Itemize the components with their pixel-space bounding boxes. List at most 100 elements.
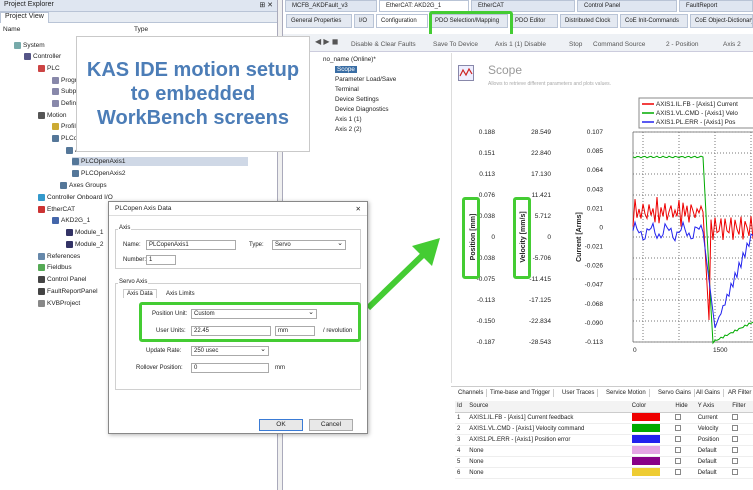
tree-item-definitions[interactable]: Defin — [52, 99, 76, 108]
channel-source[interactable]: None — [467, 467, 630, 479]
tree-item-system[interactable]: System — [14, 41, 45, 50]
tree-item-control-panel[interactable]: Control Panel — [38, 275, 86, 284]
axis2-button[interactable]: Axis 2 — [723, 41, 741, 48]
tree-item-programs[interactable]: Progr — [52, 76, 77, 85]
channel-color-swatch[interactable] — [629, 412, 674, 424]
tab-io[interactable]: I/O — [354, 14, 374, 28]
tree-item-references[interactable]: References — [38, 252, 80, 261]
tab-coe-init[interactable]: CoE Init-Commands — [620, 14, 688, 28]
tree-device-diagnostics[interactable]: Device Diagnostics — [335, 106, 389, 113]
command-source-dropdown[interactable]: Command Source — [593, 41, 645, 48]
filter-checkbox[interactable] — [730, 445, 753, 457]
channel-yaxis[interactable]: Velocity — [695, 423, 731, 435]
table-row[interactable]: 4 None Default — [455, 445, 753, 457]
table-row[interactable]: 1 AXIS1.IL.FB - [Axis1] Current feedback… — [455, 412, 753, 424]
tree-terminal[interactable]: Terminal — [335, 86, 359, 93]
channel-color-swatch[interactable] — [629, 445, 674, 457]
tab-ar-filter[interactable]: AR Filter — [725, 389, 753, 397]
tab-project-view[interactable]: Project View — [0, 12, 49, 23]
tree-item-motion[interactable]: Motion — [38, 111, 67, 120]
filter-checkbox[interactable] — [730, 467, 753, 479]
cancel-button[interactable]: Cancel — [309, 419, 353, 431]
tree-item-ethercat[interactable]: EtherCAT — [38, 205, 75, 214]
channel-yaxis[interactable]: Default — [695, 456, 731, 468]
tab-configuration[interactable]: Configuration — [376, 14, 428, 28]
channel-source[interactable]: None — [467, 445, 630, 457]
hide-checkbox[interactable] — [673, 456, 696, 468]
nav-arrows-icon[interactable]: ◀ ▶ ◼ — [315, 37, 338, 46]
channel-yaxis[interactable]: Default — [695, 445, 731, 457]
channel-source[interactable]: AXIS1.PL.ERR - [Axis1] Position error — [467, 434, 630, 446]
hide-checkbox[interactable] — [673, 423, 696, 435]
table-row[interactable]: 3 AXIS1.PL.ERR - [Axis1] Position error … — [455, 434, 753, 446]
channel-yaxis[interactable]: Current — [695, 412, 731, 424]
close-icon[interactable]: ✕ — [356, 205, 361, 213]
tree-item-plcopenaxis2[interactable]: PLCOpenAxis2 — [72, 169, 125, 178]
tab-axis-limits[interactable]: Axis Limits — [163, 290, 198, 298]
tab-user-traces[interactable]: User Traces — [559, 389, 599, 397]
filter-checkbox[interactable] — [730, 434, 753, 446]
table-row[interactable]: 6 None Default — [455, 467, 753, 479]
doc-tab-mcfb[interactable]: MCFB_AKDFault_v3 — [285, 0, 377, 12]
table-row[interactable]: 5 None Default — [455, 456, 753, 468]
update-rate-dropdown[interactable]: 250 usec — [191, 346, 269, 356]
channel-color-swatch[interactable] — [629, 456, 674, 468]
type-dropdown[interactable]: Servo — [272, 240, 346, 250]
save-to-device-button[interactable]: Save To Device — [433, 41, 478, 48]
channel-source[interactable]: None — [467, 456, 630, 468]
tree-item-axes-groups[interactable]: Axes Groups — [60, 181, 107, 190]
doc-tab-faultreport[interactable]: FaultReport — [679, 0, 753, 12]
position-mode-dropdown[interactable]: 2 - Position — [666, 41, 699, 48]
tab-servo-gains[interactable]: Servo Gains — [655, 389, 696, 397]
tab-general-properties[interactable]: General Properties — [286, 14, 352, 28]
number-field[interactable]: 1 — [146, 255, 176, 265]
tree-item-onboard-io[interactable]: Controller Onboard I/O — [38, 193, 113, 202]
tab-coe-object[interactable]: CoE Object-Dictionary — [690, 14, 753, 28]
table-row[interactable]: 2 AXIS1.VL.CMD - [Axis1] Velocity comman… — [455, 423, 753, 435]
channel-color-swatch[interactable] — [629, 423, 674, 435]
tree-item-controller[interactable]: Controller — [24, 52, 61, 61]
tab-axis-data[interactable]: Axis Data — [123, 289, 157, 298]
tab-time-base[interactable]: Time-base and Trigger — [487, 389, 555, 397]
rollover-field[interactable]: 0 — [191, 363, 269, 373]
channel-yaxis[interactable]: Default — [695, 467, 731, 479]
name-field[interactable]: PLCopenAxis1 — [146, 240, 236, 250]
tree-item-subprograms[interactable]: Subp — [52, 87, 76, 96]
tree-item-plc[interactable]: PLC — [38, 64, 60, 73]
hide-checkbox[interactable] — [673, 467, 696, 479]
ok-button[interactable]: OK — [259, 419, 303, 431]
tree-item-plcopenaxis1[interactable]: PLCOpenAxis1 — [72, 157, 248, 166]
hide-checkbox[interactable] — [673, 434, 696, 446]
tree-item-akd2g[interactable]: AKD2G_1 — [52, 216, 90, 225]
tab-channels[interactable]: Channels — [455, 389, 488, 397]
channel-source[interactable]: AXIS1.IL.FB - [Axis1] Current feedback — [467, 412, 630, 424]
hide-checkbox[interactable] — [673, 412, 696, 424]
tree-device-settings[interactable]: Device Settings — [335, 96, 379, 103]
doc-tab-control-panel[interactable]: Control Panel — [577, 0, 677, 12]
tab-service-motion[interactable]: Service Motion — [603, 389, 650, 397]
channel-source[interactable]: AXIS1.VL.CMD - [Axis1] Velocity command — [467, 423, 630, 435]
channel-color-swatch[interactable] — [629, 434, 674, 446]
tree-item-faultreportpanel[interactable]: FaultReportPanel — [38, 287, 98, 296]
tree-item-profiles[interactable]: Profil — [52, 122, 76, 131]
tree-parameter-load-save[interactable]: Parameter Load/Save — [335, 76, 396, 83]
filter-checkbox[interactable] — [730, 423, 753, 435]
tree-item-module2[interactable]: Module_2 — [66, 240, 104, 249]
tab-distributed-clock[interactable]: Distributed Clock — [560, 14, 618, 28]
hide-checkbox[interactable] — [673, 445, 696, 457]
filter-checkbox[interactable] — [730, 456, 753, 468]
pin-icon[interactable]: ⊞ ✕ — [259, 1, 273, 9]
filter-checkbox[interactable] — [730, 412, 753, 424]
tree-axis2[interactable]: Axis 2 (2) — [335, 126, 362, 133]
tree-no-name[interactable]: no_name (Online)* — [323, 56, 376, 63]
tree-item-plcopen[interactable]: PLCo — [52, 134, 77, 143]
channel-yaxis[interactable]: Position — [695, 434, 731, 446]
tab-all-gains[interactable]: All Gains — [693, 389, 725, 397]
channel-color-swatch[interactable] — [629, 467, 674, 479]
tree-item-kvbproject[interactable]: KVBProject — [38, 299, 80, 308]
axis-disable-button[interactable]: Axis 1 (1) Disable — [495, 41, 546, 48]
stop-button[interactable]: Stop — [569, 41, 582, 48]
tree-item-module1[interactable]: Module_1 — [66, 228, 104, 237]
tree-item-fieldbus[interactable]: Fieldbus — [38, 263, 72, 272]
tree-scope[interactable]: Scope — [335, 66, 357, 73]
